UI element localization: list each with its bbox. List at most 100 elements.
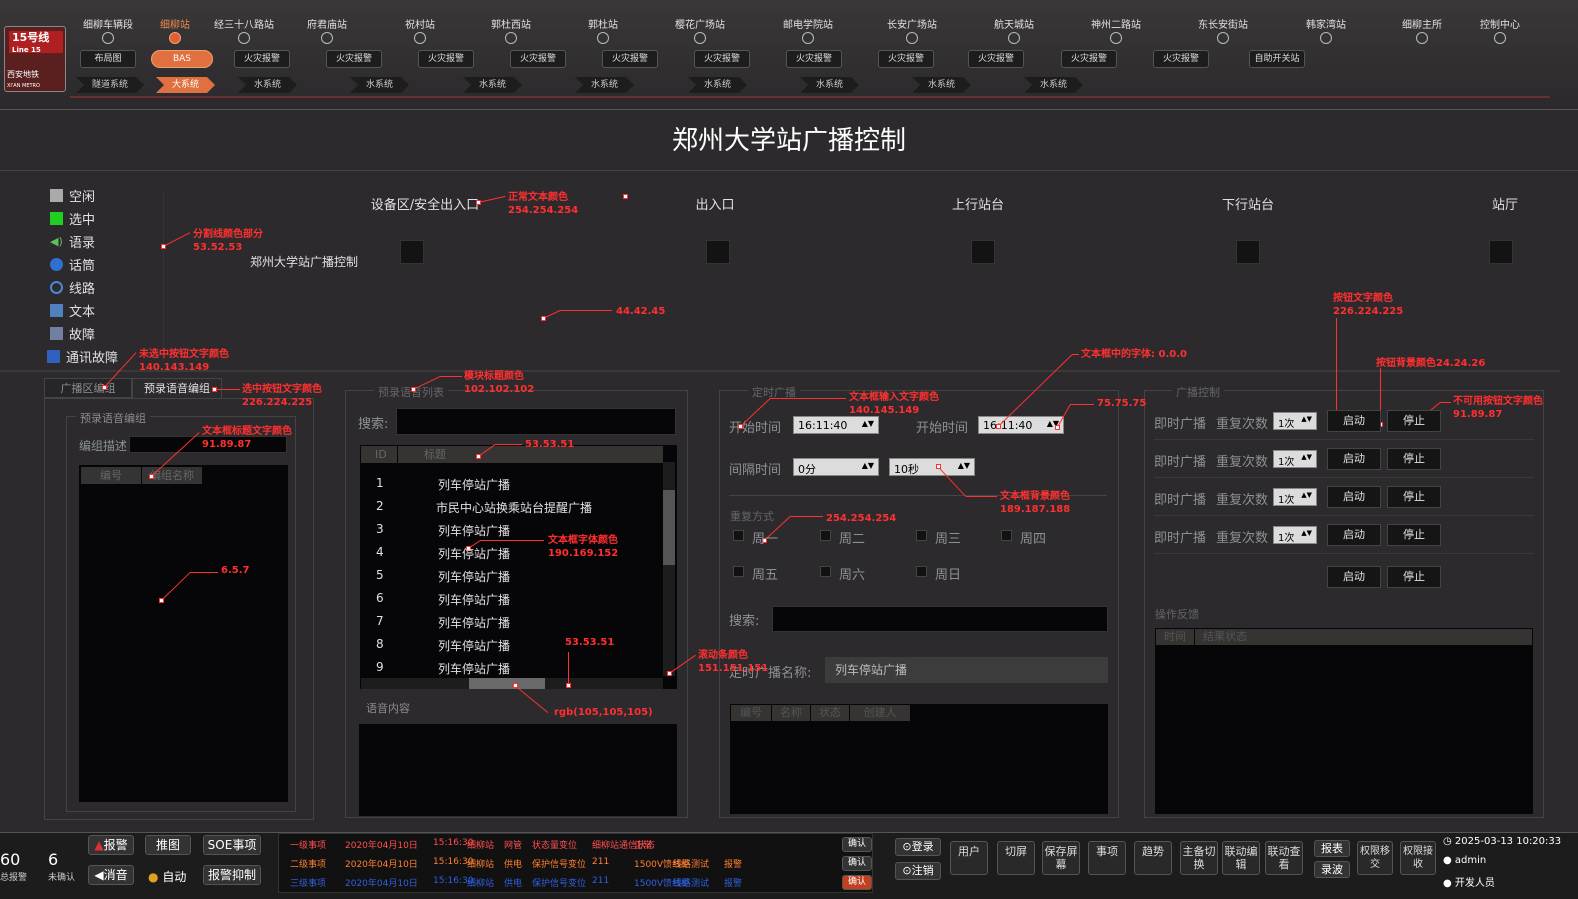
spinner-arrows-icon[interactable]: ▲▼ xyxy=(1301,415,1312,423)
subsystem-tab-7[interactable]: 水系统 xyxy=(800,77,859,93)
start-button-3[interactable]: 启动 xyxy=(1327,524,1381,546)
station-14[interactable]: 细柳主所 xyxy=(1402,16,1442,31)
spinner-arrows-icon[interactable]: ▲▼ xyxy=(1301,529,1312,537)
push-button[interactable]: 推图 xyxy=(145,835,191,855)
weekday-checkbox-1[interactable] xyxy=(820,530,831,541)
repeat-count-input-2[interactable]: 1次 ▲▼ xyxy=(1273,488,1317,506)
station-dot-6[interactable] xyxy=(597,32,609,44)
voice-row-title-5[interactable]: 列车停站广播 xyxy=(438,591,510,608)
repeat-count-input-1[interactable]: 1次 ▲▼ xyxy=(1273,450,1317,468)
subsystem-tab-5[interactable]: 水系统 xyxy=(575,77,634,93)
station-dot-2[interactable] xyxy=(238,32,250,44)
spinner-arrows-icon[interactable]: ▲▼ xyxy=(862,419,874,428)
spinner-arrows-icon[interactable]: ▲▼ xyxy=(1301,491,1312,499)
zone-equipment-checkbox[interactable] xyxy=(400,240,424,264)
voice-row-id-6[interactable]: 7 xyxy=(376,614,384,628)
station-0[interactable]: 细柳车辆段 xyxy=(83,16,133,31)
voice-row-title-2[interactable]: 列车停站广播 xyxy=(438,522,510,539)
system-button-2[interactable]: 火灾报警 xyxy=(234,50,290,68)
voice-row-id-7[interactable]: 8 xyxy=(376,637,384,651)
logout-button[interactable]: ⊙注销 xyxy=(895,862,941,880)
spinner-arrows-icon[interactable]: ▲▼ xyxy=(1301,453,1312,461)
stop-button-2[interactable]: 停止 xyxy=(1387,486,1441,508)
voice-vscroll[interactable] xyxy=(663,462,675,676)
zone-entrance-checkbox[interactable] xyxy=(706,240,730,264)
timed-col-3[interactable]: 创建人 xyxy=(850,705,910,721)
station-15[interactable]: 控制中心 xyxy=(1480,16,1520,31)
system-button-13[interactable]: 自助开关站 xyxy=(1249,50,1305,68)
system-button-0[interactable]: 布局图 xyxy=(80,50,136,68)
voice-col-id[interactable]: ID xyxy=(361,446,397,463)
station-dot-5[interactable] xyxy=(505,32,517,44)
interval-seconds-input[interactable]: 10秒 ▲▼ xyxy=(889,458,975,476)
start-button-1[interactable]: 启动 xyxy=(1327,448,1381,470)
repeat-count-input-0[interactable]: 1次 ▲▼ xyxy=(1273,412,1317,430)
voice-row-id-0[interactable]: 1 xyxy=(376,476,384,490)
permission-receive-button[interactable]: 权限接收 xyxy=(1400,841,1436,875)
zone-up-platform-checkbox[interactable] xyxy=(971,240,995,264)
voice-row-id-3[interactable]: 4 xyxy=(376,545,384,559)
repeat-count-input-3[interactable]: 1次 ▲▼ xyxy=(1273,526,1317,544)
system-button-7[interactable]: 火灾报警 xyxy=(694,50,750,68)
voice-row-title-1[interactable]: 市民中心站换乘站台提醒广播 xyxy=(436,499,592,516)
station-dot-9[interactable] xyxy=(906,32,918,44)
feedback-col-time[interactable]: 时间 xyxy=(1156,629,1194,645)
feedback-col-result[interactable]: 结果状态 xyxy=(1195,629,1532,645)
ctrl-button-6[interactable]: 联动编辑 xyxy=(1222,841,1260,875)
login-button[interactable]: ⊙登录 xyxy=(895,838,941,856)
zone-down-platform-checkbox[interactable] xyxy=(1236,240,1260,264)
subsystem-tab-4[interactable]: 水系统 xyxy=(463,77,522,93)
station-dot-3[interactable] xyxy=(321,32,333,44)
timed-col-1[interactable]: 名称 xyxy=(772,705,810,721)
station-1[interactable]: 细柳站 xyxy=(160,16,190,31)
voice-row-title-4[interactable]: 列车停站广播 xyxy=(438,568,510,585)
start-time-input[interactable]: 16:11:40 ▲▼ xyxy=(793,416,879,434)
ctrl-button-0[interactable]: 用户 xyxy=(950,841,988,875)
permission-transfer-button[interactable]: 权限移交 xyxy=(1357,841,1393,875)
timed-search-input[interactable] xyxy=(772,606,1108,632)
weekday-checkbox-4[interactable] xyxy=(733,566,744,577)
voice-row-id-8[interactable]: 9 xyxy=(376,660,384,674)
mute-button[interactable]: ◀消音 xyxy=(88,865,134,885)
voice-row-title-7[interactable]: 列车停站广播 xyxy=(438,637,510,654)
voice-hscroll[interactable] xyxy=(361,678,663,689)
station-dot-14[interactable] xyxy=(1416,32,1428,44)
station-dot-10[interactable] xyxy=(1008,32,1020,44)
station-dot-15[interactable] xyxy=(1494,32,1506,44)
stop-button-1[interactable]: 停止 xyxy=(1387,448,1441,470)
voice-row-title-0[interactable]: 列车停站广播 xyxy=(438,476,510,493)
timed-name-input[interactable]: 列车停站广播 xyxy=(825,657,1108,683)
station-dot-12[interactable] xyxy=(1217,32,1229,44)
system-button-6[interactable]: 火灾报警 xyxy=(602,50,658,68)
ctrl-button-4[interactable]: 趋势 xyxy=(1134,841,1172,875)
system-button-4[interactable]: 火灾报警 xyxy=(418,50,474,68)
voice-hscroll-thumb[interactable] xyxy=(469,678,545,689)
weekday-checkbox-3[interactable] xyxy=(1001,530,1012,541)
timed-col-2[interactable]: 状态 xyxy=(811,705,849,721)
suppress-button[interactable]: 报警抑制 xyxy=(203,865,261,885)
system-button-3[interactable]: 火灾报警 xyxy=(326,50,382,68)
system-button-11[interactable]: 火灾报警 xyxy=(1061,50,1117,68)
station-5[interactable]: 郭杜西站 xyxy=(491,16,531,31)
station-4[interactable]: 祝村站 xyxy=(405,16,435,31)
station-dot-8[interactable] xyxy=(802,32,814,44)
confirm-button-2[interactable]: 确认 xyxy=(842,875,872,890)
system-button-12[interactable]: 火灾报警 xyxy=(1153,50,1209,68)
subsystem-tab-6[interactable]: 水系统 xyxy=(688,77,747,93)
voice-row-id-2[interactable]: 3 xyxy=(376,522,384,536)
weekday-checkbox-6[interactable] xyxy=(916,566,927,577)
system-button-9[interactable]: 火灾报警 xyxy=(878,50,934,68)
weekday-checkbox-0[interactable] xyxy=(733,530,744,541)
station-9[interactable]: 长安广场站 xyxy=(887,16,937,31)
group-col-id[interactable]: 编号 xyxy=(81,467,141,484)
ctrl-button-5[interactable]: 主备切换 xyxy=(1180,841,1218,875)
station-7[interactable]: 樱花广场站 xyxy=(675,16,725,31)
timed-col-0[interactable]: 编号 xyxy=(731,705,771,721)
zone-hall-checkbox[interactable] xyxy=(1489,240,1513,264)
interval-minutes-input[interactable]: 0分 ▲▼ xyxy=(793,458,879,476)
subsystem-tab-1[interactable]: 大系统 xyxy=(156,77,215,93)
station-dot-13[interactable] xyxy=(1320,32,1332,44)
voice-content-box[interactable] xyxy=(359,724,677,816)
tab-voice-group[interactable]: 预录语音编组 xyxy=(132,378,222,398)
voice-row-id-4[interactable]: 5 xyxy=(376,568,384,582)
